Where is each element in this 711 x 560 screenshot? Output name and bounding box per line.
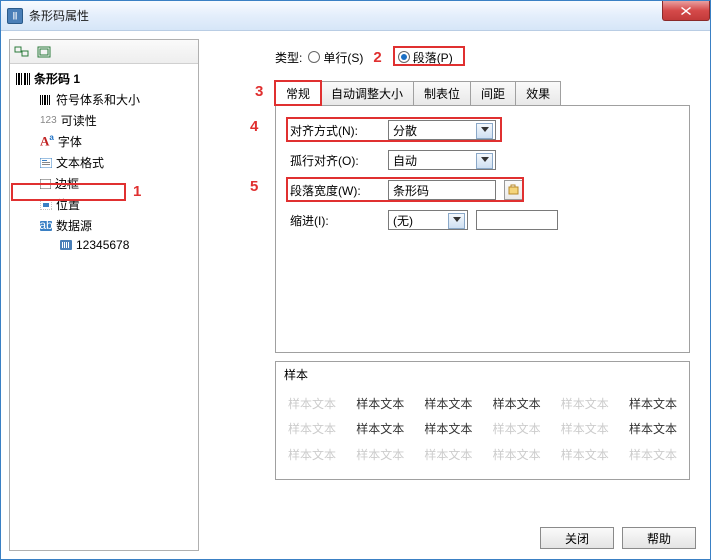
tab-panel: 4 对齐方式(N): 分散 孤行对齐(O): 自动 5 段落宽度(W): bbox=[275, 105, 690, 353]
tree-item-readability[interactable]: 123 可读性 bbox=[12, 110, 196, 131]
tree-root[interactable]: 条形码 1 bbox=[12, 68, 196, 89]
barcode-icon bbox=[16, 73, 30, 85]
window-title: 条形码属性 bbox=[29, 7, 89, 24]
orphan-value: 自动 bbox=[393, 152, 417, 169]
tree-item-symbology[interactable]: 符号体系和大小 bbox=[12, 89, 196, 110]
close-button[interactable] bbox=[662, 1, 710, 21]
sample-line: 样本文本 样本文本 样本文本 样本文本 样本文本 样本文本 bbox=[288, 446, 677, 463]
tree-item-label: 文本格式 bbox=[56, 154, 104, 171]
tree-item-label: 数据源 bbox=[56, 217, 92, 234]
border-icon bbox=[40, 179, 51, 189]
annotation-2: 2 bbox=[373, 49, 381, 66]
tab-tabstops[interactable]: 制表位 bbox=[413, 81, 471, 105]
close-dialog-button[interactable]: 关闭 bbox=[540, 527, 614, 549]
radio-single-label: 单行(S) bbox=[323, 49, 363, 66]
tree-item-font[interactable]: Aa 字体 bbox=[12, 131, 196, 152]
tree-datasource-label: 12345678 bbox=[76, 238, 129, 252]
tree-item-label: 可读性 bbox=[61, 112, 97, 129]
property-tree: 条形码 1 符号体系和大小 123 可读性 Aa 字体 文本格式 bbox=[10, 64, 198, 550]
field-orphan: 孤行对齐(O): 自动 bbox=[290, 150, 675, 170]
chevron-down-icon bbox=[481, 127, 489, 132]
tabs: 常规 自动调整大小 制表位 间距 效果 bbox=[275, 81, 702, 105]
tab-effects[interactable]: 效果 bbox=[515, 81, 561, 105]
radio-paragraph[interactable]: 段落(P) bbox=[398, 49, 453, 66]
dialog-body: 条形码 1 符号体系和大小 123 可读性 Aa 字体 文本格式 bbox=[1, 31, 710, 559]
tree-item-text-format[interactable]: 文本格式 bbox=[12, 152, 196, 173]
sample-line: 样本文本 样本文本 样本文本 样本文本 样本文本 样本文本 bbox=[288, 395, 677, 412]
titlebar: || 条形码属性 bbox=[1, 1, 710, 31]
sample-preview: 样本文本 样本文本 样本文本 样本文本 样本文本 样本文本 样本文本 样本文本 … bbox=[284, 387, 681, 471]
dialog-window: || 条形码属性 条形码 1 符号体系和大小 123 bbox=[0, 0, 711, 560]
sample-group: 样本 样本文本 样本文本 样本文本 样本文本 样本文本 样本文本 样本文本 样本… bbox=[275, 361, 690, 480]
number-icon: 123 bbox=[40, 115, 57, 126]
indent-select[interactable]: (无) bbox=[388, 210, 468, 230]
sample-label: 样本 bbox=[284, 366, 681, 383]
tab-label: 制表位 bbox=[424, 87, 460, 101]
help-button[interactable]: 帮助 bbox=[622, 527, 696, 549]
tree-item-label: 符号体系和大小 bbox=[56, 91, 140, 108]
tab-general[interactable]: 常规 bbox=[275, 81, 321, 105]
tab-label: 常规 bbox=[286, 87, 310, 101]
field-align: 对齐方式(N): 分散 bbox=[290, 120, 675, 140]
width-label: 段落宽度(W): bbox=[290, 182, 380, 199]
indent-label: 缩进(I): bbox=[290, 212, 380, 229]
width-value: 条形码 bbox=[393, 182, 429, 199]
left-panel: 条形码 1 符号体系和大小 123 可读性 Aa 字体 文本格式 bbox=[9, 39, 199, 551]
annotation-5: 5 bbox=[250, 178, 258, 195]
radio-icon bbox=[398, 51, 410, 63]
toolbar-icon-1[interactable] bbox=[12, 43, 32, 61]
annotation-3: 3 bbox=[255, 83, 263, 100]
barcode-small-icon bbox=[40, 95, 52, 105]
toolbar-icon-2[interactable] bbox=[34, 43, 54, 61]
tab-label: 自动调整大小 bbox=[331, 87, 403, 101]
textformat-icon bbox=[40, 158, 52, 168]
indent-value: (无) bbox=[393, 212, 413, 229]
svg-text:ab: ab bbox=[40, 221, 52, 231]
type-row: 类型: 单行(S) 2 段落(P) bbox=[207, 45, 702, 69]
field-indent: 缩进(I): (无) bbox=[290, 210, 675, 230]
sample-line: 样本文本 样本文本 样本文本 样本文本 样本文本 样本文本 bbox=[288, 420, 677, 437]
radio-single[interactable]: 单行(S) bbox=[308, 49, 363, 66]
radio-paragraph-label: 段落(P) bbox=[413, 49, 453, 66]
field-width: 段落宽度(W): 条形码 bbox=[290, 180, 675, 200]
tree-datasource-value[interactable]: 12345678 bbox=[12, 236, 196, 254]
align-label: 对齐方式(N): bbox=[290, 122, 380, 139]
annotation-1: 1 bbox=[133, 183, 141, 200]
align-select[interactable]: 分散 bbox=[388, 120, 496, 140]
data-icon bbox=[60, 240, 72, 250]
indent-input[interactable] bbox=[476, 210, 558, 230]
tab-autosize[interactable]: 自动调整大小 bbox=[320, 81, 414, 105]
tab-label: 效果 bbox=[526, 87, 550, 101]
type-label: 类型: bbox=[275, 49, 302, 66]
tree-item-position[interactable]: 位置 bbox=[12, 194, 196, 215]
tab-spacing[interactable]: 间距 bbox=[470, 81, 516, 105]
tree-item-label: 位置 bbox=[56, 196, 80, 213]
radio-icon bbox=[308, 51, 320, 63]
tree-item-label: 字体 bbox=[58, 133, 82, 150]
tab-label: 间距 bbox=[481, 87, 505, 101]
app-icon: || bbox=[7, 8, 23, 24]
right-panel: 类型: 单行(S) 2 段落(P) 3 常规 bbox=[207, 39, 702, 551]
width-combo[interactable]: 条形码 bbox=[388, 180, 496, 200]
orphan-label: 孤行对齐(O): bbox=[290, 152, 380, 169]
browse-icon bbox=[508, 184, 520, 196]
tree-item-border[interactable]: 边框 bbox=[12, 173, 196, 194]
tree-item-label: 边框 bbox=[55, 175, 79, 192]
tree-item-datasource[interactable]: ab 数据源 bbox=[12, 215, 196, 236]
chevron-down-icon bbox=[453, 217, 461, 222]
footer: 关闭 帮助 bbox=[540, 527, 696, 549]
left-toolbar bbox=[10, 40, 198, 64]
chevron-down-icon bbox=[481, 157, 489, 162]
datasource-icon: ab bbox=[40, 221, 52, 231]
tree-root-label: 条形码 1 bbox=[34, 70, 80, 87]
font-icon: Aa bbox=[40, 133, 54, 149]
type-radio-group: 单行(S) 2 段落(P) bbox=[308, 49, 452, 66]
annotation-4: 4 bbox=[250, 118, 258, 135]
width-browse-button[interactable] bbox=[504, 180, 524, 200]
orphan-select[interactable]: 自动 bbox=[388, 150, 496, 170]
position-icon bbox=[40, 200, 52, 210]
align-value: 分散 bbox=[393, 122, 417, 139]
close-icon bbox=[681, 7, 691, 15]
